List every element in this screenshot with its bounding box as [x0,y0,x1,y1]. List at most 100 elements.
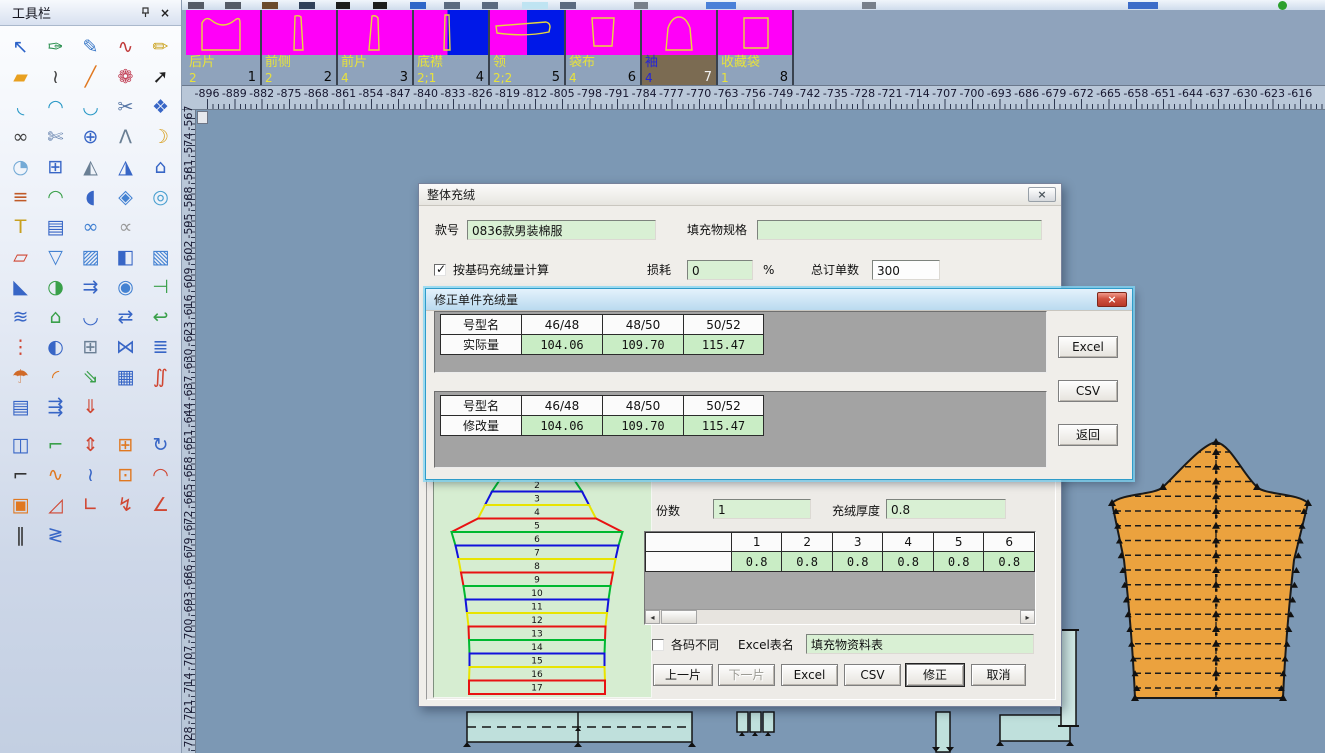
scroll-thumb[interactable] [661,610,697,624]
bottom-pattern-pieces[interactable] [440,705,1100,753]
size-table-value-cell[interactable]: 109.70 [603,416,684,436]
panel-arrows-tool-icon[interactable]: ⇶ [38,392,73,422]
toolbar-close-icon[interactable]: × [157,5,173,21]
line-edit-tool-icon[interactable]: ✎ [73,32,108,62]
dart-dots-tool-icon[interactable]: ⋮ [3,332,38,362]
width-tool-icon[interactable]: ⊣ [143,272,178,302]
curve-eraser-tool-icon[interactable]: ≀ [38,62,73,92]
stack-tool-icon[interactable]: ▤ [3,392,38,422]
excel-name-input[interactable]: 填充物资料表 [806,634,1034,654]
thickness-value-cell[interactable]: 0.8 [933,552,984,572]
pair-pieces-tool-icon[interactable]: ⊞ [73,332,108,362]
dart-fold-tool-icon[interactable]: ◑ [38,272,73,302]
dialog-main-close-icon[interactable]: × [1028,187,1056,202]
corner-measure-tool-icon[interactable]: ∟ [73,490,108,520]
scroll-track[interactable] [697,610,1020,624]
nested-box-tool-icon[interactable]: ⊡ [108,460,143,490]
piece-tile-7[interactable]: 袖47 [642,10,716,85]
crosshair-tool-icon[interactable]: ⊕ [73,122,108,152]
select-tool-icon[interactable]: ↖ [3,32,38,62]
rainbow-arcs-tool-icon[interactable]: ◠ [143,460,178,490]
thickness-value-cell[interactable]: 0.8 [832,552,883,572]
eraser-tool-icon[interactable]: ▰ [3,62,38,92]
measure-points-tool-icon[interactable]: ⇘ [73,362,108,392]
thickness-value-cell[interactable]: 0.8 [984,552,1035,572]
correct-button[interactable]: 修正 [906,664,964,686]
piece-tile-2[interactable]: 前侧22 [262,10,336,85]
prev-piece-button[interactable]: 上一片 [653,664,713,686]
length-measure-tool-icon[interactable]: ⇕ [73,430,108,460]
point-edit-tool-icon[interactable]: ✑ [38,32,73,62]
measure-plus-tool-icon[interactable]: ☽ [143,122,178,152]
pocket-tool-icon[interactable]: ▽ [38,242,73,272]
panel-tool-icon[interactable]: ◧ [108,242,143,272]
sleeve-pattern-piece[interactable] [1105,435,1325,705]
corner-pin-tool-icon[interactable]: ◿ [38,490,73,520]
thickness-value-cell[interactable]: 0.8 [731,552,782,572]
csv-button[interactable]: CSV [1058,380,1118,402]
select-pattern-tool-icon[interactable]: ▱ [3,242,38,272]
size-table-value-cell[interactable]: 115.47 [684,335,764,355]
flip-tool-icon[interactable]: ◮ [108,152,143,182]
size-table-value-cell[interactable]: 109.70 [603,335,684,355]
scissors-tool-icon[interactable]: ✂ [108,92,143,122]
thickness-hscrollbar[interactable]: ◂ ▸ [645,609,1035,624]
size-table-value-cell[interactable]: 104.06 [522,416,603,436]
segment-tool-icon[interactable]: ╱ [73,62,108,92]
piece-tile-1[interactable]: 后片21 [186,10,260,85]
base-size-checkbox[interactable] [434,264,446,276]
select-frame-tool-icon[interactable]: ◫ [3,430,38,460]
split-piece-tool-icon[interactable]: ◖ [73,182,108,212]
curve-compare-tool-icon[interactable]: ∿ [38,460,73,490]
align-tool-icon[interactable]: ‖ [3,520,38,550]
piece-tile-3[interactable]: 前片43 [338,10,412,85]
filler-spec-input[interactable] [757,220,1042,240]
loss-input[interactable]: 0 [687,260,753,280]
dart-tool-icon[interactable]: ◣ [3,272,38,302]
angle-swing-tool-icon[interactable]: ↯ [108,490,143,520]
compare-piece-tool-icon[interactable]: ◐ [38,332,73,362]
seam-allowance-tool-icon[interactable]: ▤ [38,212,73,242]
diff-sizes-checkbox[interactable] [652,639,664,651]
rotate-piece-tool-icon[interactable]: ↻ [143,430,178,460]
excel-button[interactable]: Excel [781,664,838,686]
portions-input[interactable]: 1 [713,499,811,519]
piece-tile-5[interactable]: 领2;25 [490,10,564,85]
excel-button[interactable]: Excel [1058,336,1118,358]
cancel-button[interactable]: 取消 [971,664,1026,686]
dialog-sub-titlebar[interactable]: 修正单件充绒量 × [426,289,1132,311]
sewing-machine-tool-icon[interactable]: ▦ [108,362,143,392]
bend-arrow-tool-icon[interactable]: ↩ [143,302,178,332]
s-curve-tool-icon[interactable]: ∬ [143,362,178,392]
l-shape-tool-icon[interactable]: ⌐ [3,460,38,490]
spectacles-tool-icon[interactable]: ∞ [3,122,38,152]
seam-corner-tool-icon[interactable]: ⌐ [38,430,73,460]
pencil-tool-icon[interactable]: ✏ [143,32,178,62]
vector-arrow-tool-icon[interactable]: ➚ [143,62,178,92]
move-piece-tool-icon[interactable]: ⇉ [73,272,108,302]
beach-umbrella-tool-icon[interactable]: ☂ [3,362,38,392]
piece-tile-4[interactable]: 底襟2;14 [414,10,488,85]
arc-point-tool-icon[interactable]: ◡ [73,92,108,122]
pin-tool-icon[interactable]: ❁ [108,62,143,92]
add-shape-tool-icon[interactable]: ❖ [143,92,178,122]
button-tool-icon[interactable]: ◉ [108,272,143,302]
thickness-value-cell[interactable]: 0.8 [883,552,934,572]
curtain-tool-icon[interactable]: ≣ [143,332,178,362]
piece-tile-8[interactable]: 收藏袋18 [718,10,792,85]
drill-tool-icon[interactable]: ⇓ [73,392,108,422]
line-type-tool-icon[interactable]: ≡ [3,182,38,212]
scroll-left-icon[interactable]: ◂ [645,610,660,624]
fan-spread-tool-icon[interactable]: ◠ [38,182,73,212]
pleat-tool-icon[interactable]: ◈ [108,182,143,212]
layout-boxes-tool-icon[interactable]: ⊞ [38,152,73,182]
csv-button[interactable]: CSV [844,664,901,686]
total-orders-input[interactable]: 300 [872,260,940,280]
dialog-main-titlebar[interactable]: 整体充绒 × [419,184,1061,206]
round-corner-tool-icon[interactable]: ◜ [38,362,73,392]
unlink-tool-icon[interactable]: ∝ [108,212,143,242]
swap-piece-tool-icon[interactable]: ⇄ [108,302,143,332]
hatch-tool-icon[interactable]: ▧ [143,242,178,272]
style-no-input[interactable]: 0836款男装棉服 [467,220,656,240]
collar-tool-icon[interactable]: ◡ [73,302,108,332]
